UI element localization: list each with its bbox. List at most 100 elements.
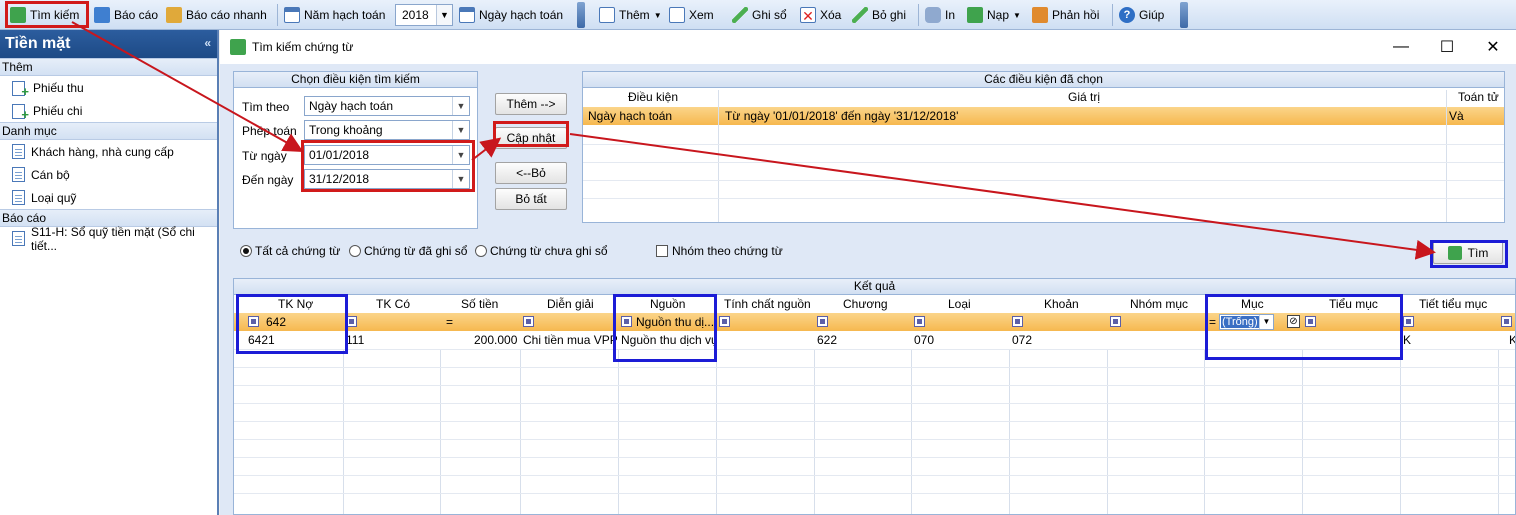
update-condition-button[interactable]: Cập nhật [495,127,567,149]
toolbar-grip[interactable] [577,2,585,28]
filter-section-operator[interactable]: = [1209,313,1216,331]
posting-date-button[interactable]: Ngày hạch toán [459,4,563,26]
filter-icon[interactable] [817,316,828,327]
sidebar-item-customers[interactable]: Khách hàng, nhà cung cấp [0,140,217,163]
document-icon [12,190,25,205]
column-condition[interactable]: Điều kiện [628,90,678,104]
toolbar-grip-end[interactable] [1180,2,1188,28]
column-amount[interactable]: Số tiền [461,297,498,311]
minimize-icon[interactable]: — [1378,30,1424,64]
column-item-group[interactable]: Nhóm mục [1130,297,1188,311]
filter-section-select[interactable]: (Trống) ▼ [1219,314,1274,330]
table-row[interactable]: 6421 111 200.000 Chi tiền mua VPP Nguồn … [234,331,1515,349]
column-value[interactable]: Giá trị [1068,90,1100,104]
search-icon [230,39,246,55]
find-button[interactable]: Tìm [1433,241,1503,264]
filter-tk-no-value[interactable]: 642 [266,313,286,331]
filter-source-value[interactable]: Nguồn thu dị... [636,313,716,331]
delete-button[interactable]: ✕ Xóa [800,4,841,26]
group-by-voucher-checkbox[interactable]: Nhóm theo chứng từ [656,244,783,258]
filter-icon[interactable] [346,316,357,327]
sidebar-item-cash-book[interactable]: S11-H: Sổ quỹ tiền mặt (Sổ chi tiết... [0,225,217,253]
operator-select[interactable]: Trong khoảng ▼ [304,120,470,140]
new-document-icon [599,7,615,23]
filter-icon[interactable] [1403,316,1414,327]
radio-selected-icon[interactable] [240,245,252,257]
filter-icon[interactable] [1012,316,1023,327]
filter-icon[interactable] [621,316,632,327]
selected-conditions-panel: Các điều kiện đã chọn Điều kiện Giá trị … [582,71,1505,223]
post-button[interactable]: Ghi sổ [732,4,787,26]
filter-icon[interactable] [523,316,534,327]
add-button[interactable]: Thêm ▼ [599,4,662,26]
chevron-down-icon[interactable]: ▼ [452,121,469,139]
remove-all-button[interactable]: Bỏ tất [495,188,567,210]
column-item[interactable]: Khoản [1044,297,1079,311]
column-detail-sub-section[interactable]: Tiết tiểu mục [1419,297,1487,311]
document-icon [12,167,25,182]
sidebar-item-staff[interactable]: Cán bộ [0,163,217,186]
chevron-down-icon[interactable]: ▼ [1259,315,1273,329]
column-source-nature[interactable]: Tính chất nguồn [724,297,811,311]
column-operator[interactable]: Toán tử [1458,90,1499,104]
column-type[interactable]: Loại [948,297,971,311]
chevron-down-icon[interactable]: ▼ [452,97,469,115]
filter-amount-operator[interactable]: = [446,313,453,331]
clear-filter-icon[interactable]: ⊘ [1287,315,1300,328]
document-icon [12,144,25,159]
calendar-icon [459,7,475,23]
fiscal-year-select[interactable]: 2018 ▼ [395,4,453,26]
report-button[interactable]: Báo cáo [94,4,158,26]
view-button[interactable]: Xem [669,4,714,26]
column-section[interactable]: Mục [1241,297,1264,311]
maximize-icon[interactable]: ☐ [1424,30,1470,64]
table-row[interactable]: Ngày hạch toán Từ ngày '01/01/2018' đến … [583,107,1504,125]
filter-icon[interactable] [1110,316,1121,327]
filter-icon[interactable] [1305,316,1316,327]
chevron-down-icon[interactable]: ▼ [452,170,469,188]
sidebar-item-receipt[interactable]: Phiếu thu [0,76,217,99]
print-icon [925,7,941,23]
radio-icon[interactable] [349,245,361,257]
close-icon[interactable]: ✕ [1470,30,1516,64]
add-condition-button[interactable]: Thêm --> [495,93,567,115]
search-button[interactable]: Tìm kiếm [10,4,79,26]
filter-icon[interactable] [719,316,730,327]
radio-all-vouchers[interactable]: Tất cả chứng từ [240,244,340,258]
filter-icon[interactable] [248,316,259,327]
column-chapter[interactable]: Chương [843,297,888,311]
column-source[interactable]: Nguồn [650,297,685,311]
column-description[interactable]: Diễn giải [547,297,594,311]
help-button[interactable]: ? Giúp [1119,4,1164,26]
operator-label: Phép toán [242,124,297,138]
column-tk-no[interactable]: TK Nợ [278,297,313,311]
sidebar-item-payment[interactable]: Phiếu chi [0,99,217,122]
column-tk-co[interactable]: TK Có [376,297,410,311]
filter-row[interactable]: 642 = Nguồn thu dị... = (Trống) ▼ ⊘ [234,313,1515,331]
sidebar-group-catalog[interactable]: Danh mục [0,122,217,140]
unpost-button[interactable]: Bỏ ghi [852,4,906,26]
checkbox-icon[interactable] [656,245,668,257]
filter-icon[interactable] [914,316,925,327]
print-button[interactable]: In [925,4,955,26]
chart-icon [166,7,182,23]
filter-icon[interactable] [1501,316,1512,327]
search-by-select[interactable]: Ngày hạch toán ▼ [304,96,470,116]
load-button[interactable]: Nạp ▼ [967,4,1021,26]
chevron-down-icon[interactable]: ▼ [436,5,452,25]
main-toolbar: Tìm kiếm Báo cáo Báo cáo nhanh Năm hạch … [0,0,1516,30]
collapse-icon[interactable]: « [204,36,211,50]
sidebar-item-fund-types[interactable]: Loại quỹ [0,186,217,209]
from-date-field[interactable]: 01/01/2018 ▼ [304,145,470,165]
quick-report-button[interactable]: Báo cáo nhanh [166,4,267,26]
radio-posted-vouchers[interactable]: Chứng từ đã ghi sổ [349,244,467,258]
sidebar-group-add[interactable]: Thêm [0,58,217,76]
radio-icon[interactable] [475,245,487,257]
remove-condition-button[interactable]: <--Bỏ [495,162,567,184]
feedback-button[interactable]: Phản hồi [1032,4,1099,26]
chevron-down-icon[interactable]: ▼ [452,146,469,164]
column-sub-section[interactable]: Tiểu mục [1329,297,1378,311]
radio-unposted-vouchers[interactable]: Chứng từ chưa ghi sổ [475,244,608,258]
chevron-down-icon: ▼ [1013,10,1021,20]
to-date-field[interactable]: 31/12/2018 ▼ [304,169,470,189]
